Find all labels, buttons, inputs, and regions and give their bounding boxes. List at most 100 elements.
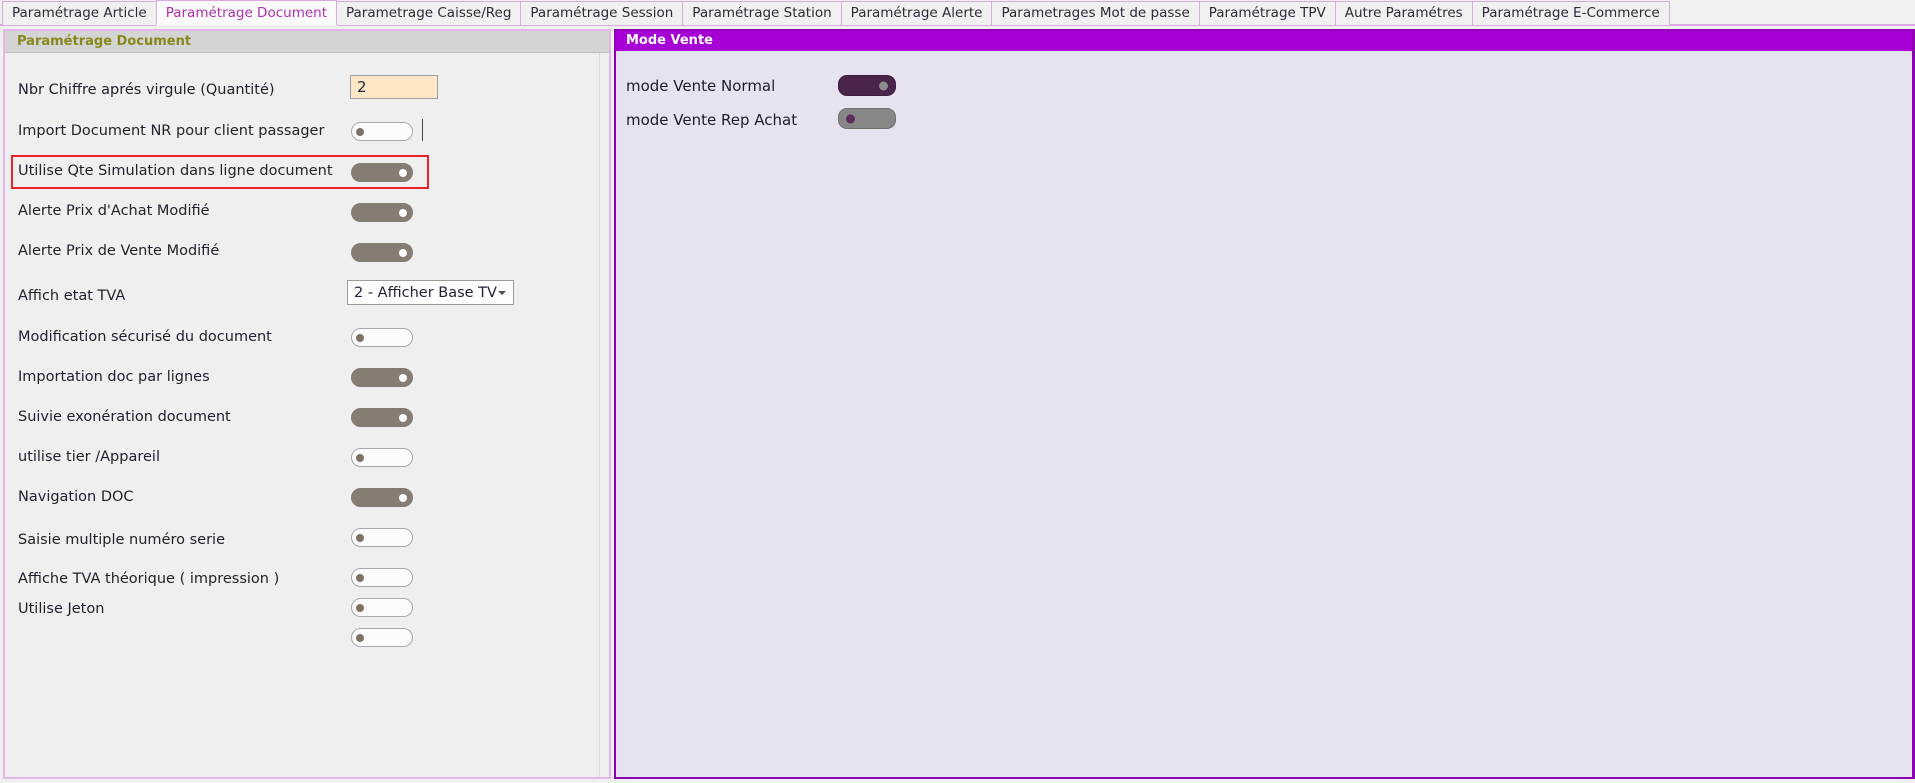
saisie-multiple-numero-serie-toggle[interactable] bbox=[351, 528, 413, 547]
nbr-chiffre-input-wrap bbox=[350, 75, 438, 99]
text-caret bbox=[422, 119, 423, 141]
row-label: utilise tier /Appareil bbox=[18, 449, 160, 465]
panel-mode-vente: Mode Vente mode Vente Normal mode Vente … bbox=[614, 29, 1915, 779]
row-label: mode Vente Rep Achat bbox=[626, 111, 798, 129]
row-saisie-multiple-numero-serie: Saisie multiple numéro serie bbox=[5, 527, 225, 553]
utilise-jeton-toggle[interactable] bbox=[351, 598, 413, 617]
alerte-prix-vente-toggle[interactable] bbox=[351, 243, 413, 262]
tab-label: Paramétrage E-Commerce bbox=[1481, 5, 1660, 21]
import-document-nr-toggle-wrap bbox=[351, 122, 413, 141]
row-label: Alerte Prix d'Achat Modifié bbox=[18, 203, 210, 219]
tab-label: Parametrage Caisse/Reg bbox=[346, 5, 512, 21]
tab-bar-filler bbox=[1668, 0, 1915, 24]
row-label: Affiche TVA théorique ( impression ) bbox=[18, 571, 280, 587]
affiche-tva-theorique-toggle-wrap bbox=[351, 568, 413, 587]
tab-label: Paramétrage Session bbox=[530, 5, 674, 21]
tab-parametrage-e-commerce[interactable]: Paramétrage E-Commerce bbox=[1471, 1, 1670, 25]
alerte-prix-achat-toggle[interactable] bbox=[351, 203, 413, 222]
modification-securise-toggle[interactable] bbox=[351, 328, 413, 347]
row-label: Navigation DOC bbox=[18, 489, 134, 505]
chevron-down-icon bbox=[498, 290, 506, 295]
importation-doc-lignes-toggle-wrap bbox=[351, 368, 413, 387]
workspace: Paramétrage Document Nbr Chiffre aprés v… bbox=[0, 26, 1915, 783]
left-panel-scrollbar[interactable] bbox=[599, 53, 609, 777]
tab-parametrage-station[interactable]: Paramétrage Station bbox=[682, 1, 842, 25]
row-modification-securise: Modification sécurisé du document bbox=[5, 324, 272, 350]
row-affich-etat-tva: Affich etat TVA bbox=[5, 283, 125, 309]
affich-etat-tva-select[interactable]: 2 - Afficher Base TV bbox=[347, 280, 514, 305]
row-alerte-prix-vente: Alerte Prix de Vente Modifié bbox=[5, 238, 219, 264]
tab-parametrage-article[interactable]: Paramétrage Article bbox=[2, 1, 157, 25]
row-label: Alerte Prix de Vente Modifié bbox=[18, 243, 220, 259]
affich-etat-tva-select-wrap: 2 - Afficher Base TV bbox=[347, 280, 514, 305]
panel-left-title: Paramétrage Document bbox=[5, 31, 609, 53]
row-label: Importation doc par lignes bbox=[18, 369, 210, 385]
toggle-knob bbox=[399, 493, 407, 502]
toggle-knob bbox=[879, 81, 888, 90]
row-utilise-tier-appareil: utilise tier /Appareil bbox=[5, 444, 160, 470]
tab-parametrage-tpv[interactable]: Paramétrage TPV bbox=[1198, 1, 1336, 25]
utilise-qte-simulation-toggle-wrap bbox=[351, 163, 413, 182]
affiche-tva-theorique-toggle[interactable] bbox=[351, 568, 413, 587]
utilise-jeton-toggle-wrap bbox=[351, 598, 413, 617]
toggle-knob bbox=[356, 333, 364, 342]
toggle-knob bbox=[399, 208, 407, 217]
utilise-tier-appareil-toggle[interactable] bbox=[351, 448, 413, 467]
row-label: Modification sécurisé du document bbox=[18, 329, 272, 345]
tab-autre-parametres[interactable]: Autre Paramétres bbox=[1334, 1, 1473, 25]
row-label: Utilise Qte Simulation dans ligne docume… bbox=[18, 163, 333, 179]
tab-label: Paramétrage Document bbox=[165, 5, 327, 21]
toggle-knob bbox=[399, 248, 407, 257]
alerte-prix-achat-toggle-wrap bbox=[351, 203, 413, 222]
unlabeled-option-toggle-wrap bbox=[351, 628, 413, 647]
toggle-knob bbox=[399, 413, 407, 422]
tab-label: Parametrages Mot de passe bbox=[1001, 5, 1190, 21]
navigation-doc-toggle-wrap bbox=[351, 488, 413, 507]
tab-parametrage-document[interactable]: Paramétrage Document bbox=[155, 0, 337, 26]
panel-parametrage-document: Paramétrage Document Nbr Chiffre aprés v… bbox=[3, 29, 611, 779]
row-mode-vente-rep-achat: mode Vente Rep Achat bbox=[626, 107, 797, 133]
toggle-knob bbox=[356, 453, 364, 462]
importation-doc-lignes-toggle[interactable] bbox=[351, 368, 413, 387]
mode-vente-rep-achat-toggle-wrap bbox=[838, 108, 896, 129]
row-label: Nbr Chiffre aprés virgule (Quantité) bbox=[18, 82, 275, 98]
row-alerte-prix-achat: Alerte Prix d'Achat Modifié bbox=[5, 198, 210, 224]
toggle-knob bbox=[846, 114, 855, 123]
row-label: Utilise Jeton bbox=[18, 601, 105, 617]
modification-securise-toggle-wrap bbox=[351, 328, 413, 347]
row-label: Import Document NR pour client passager bbox=[18, 123, 325, 139]
import-document-nr-toggle[interactable] bbox=[351, 122, 413, 141]
tab-parametrages-mot-de-passe[interactable]: Parametrages Mot de passe bbox=[991, 1, 1200, 25]
tab-label: Autre Paramétres bbox=[1344, 5, 1463, 21]
panel-right-body: mode Vente Normal mode Vente Rep Achat bbox=[616, 51, 1912, 777]
tab-parametrage-session[interactable]: Paramétrage Session bbox=[520, 1, 684, 25]
row-label: mode Vente Normal bbox=[626, 77, 776, 95]
row-label: Saisie multiple numéro serie bbox=[18, 532, 225, 548]
tab-label: Paramétrage TPV bbox=[1208, 5, 1326, 21]
suivie-exoneration-toggle-wrap bbox=[351, 408, 413, 427]
nbr-chiffre-input[interactable] bbox=[350, 75, 438, 99]
toggle-knob bbox=[356, 573, 364, 582]
unlabeled-option-toggle[interactable] bbox=[351, 628, 413, 647]
navigation-doc-toggle[interactable] bbox=[351, 488, 413, 507]
row-label: Suivie exonération document bbox=[18, 409, 231, 425]
row-nbr-chiffre-virgule: Nbr Chiffre aprés virgule (Quantité) bbox=[5, 77, 275, 103]
tab-bar: Paramétrage Article Paramétrage Document… bbox=[0, 0, 1915, 26]
tab-label: Paramétrage Article bbox=[12, 5, 147, 21]
affich-etat-tva-value: 2 - Afficher Base TV bbox=[354, 284, 497, 301]
toggle-knob bbox=[356, 533, 364, 542]
utilise-qte-simulation-toggle[interactable] bbox=[351, 163, 413, 182]
row-label: Affich etat TVA bbox=[18, 288, 126, 304]
row-importation-doc-lignes: Importation doc par lignes bbox=[5, 364, 210, 390]
mode-vente-normal-toggle-wrap bbox=[838, 75, 896, 96]
tab-parametrage-alerte[interactable]: Paramétrage Alerte bbox=[840, 1, 993, 25]
toggle-knob bbox=[399, 168, 407, 177]
row-suivie-exoneration: Suivie exonération document bbox=[5, 404, 231, 430]
suivie-exoneration-toggle[interactable] bbox=[351, 408, 413, 427]
mode-vente-rep-achat-toggle[interactable] bbox=[838, 108, 896, 129]
tab-parametrage-caisse-reg[interactable]: Parametrage Caisse/Reg bbox=[336, 1, 522, 25]
mode-vente-normal-toggle[interactable] bbox=[838, 75, 896, 96]
alerte-prix-vente-toggle-wrap bbox=[351, 243, 413, 262]
toggle-knob bbox=[356, 633, 364, 642]
row-import-document-nr: Import Document NR pour client passager bbox=[5, 118, 324, 144]
